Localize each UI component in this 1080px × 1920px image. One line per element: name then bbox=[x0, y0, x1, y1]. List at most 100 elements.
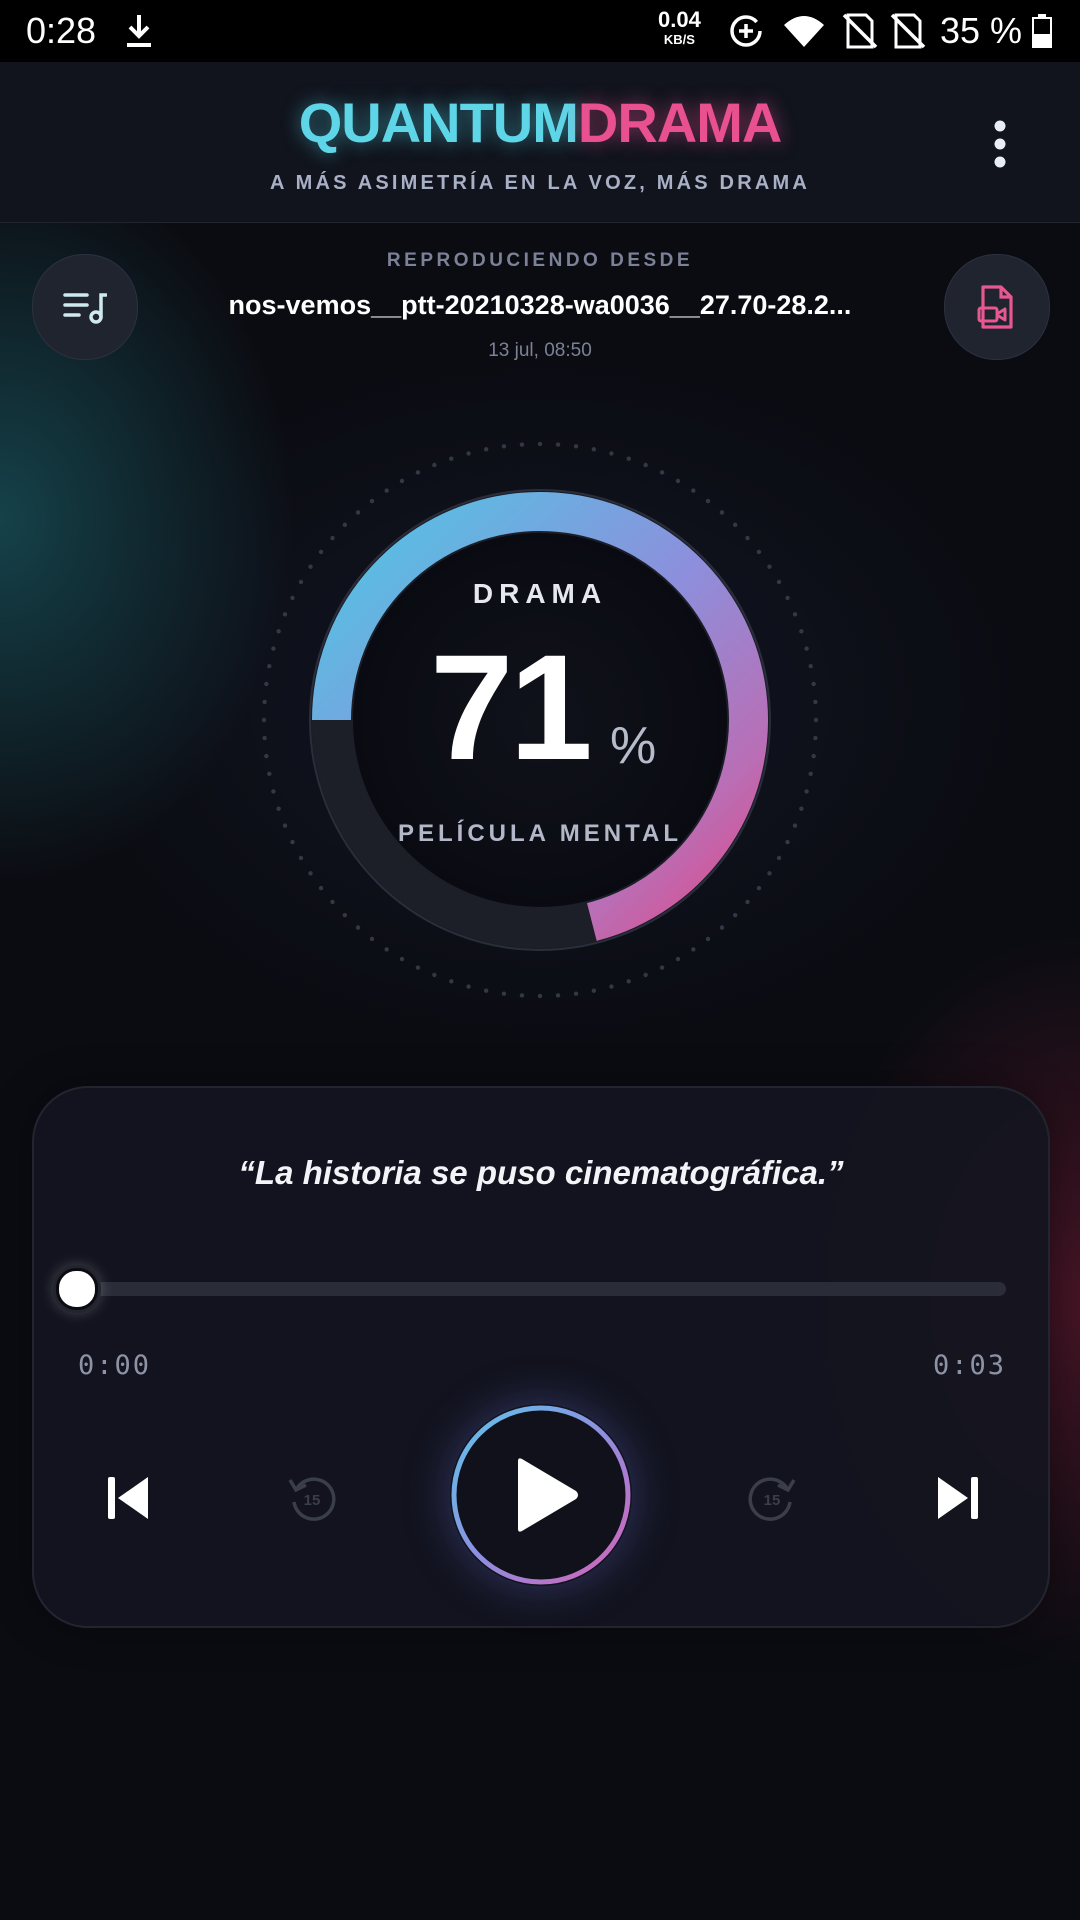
gauge-dot bbox=[555, 442, 561, 447]
seek-bar[interactable] bbox=[78, 1282, 1006, 1296]
gauge-dot bbox=[745, 535, 750, 541]
gauge-dot bbox=[745, 899, 750, 905]
gauge-dot bbox=[719, 510, 725, 515]
gauge-dot bbox=[298, 855, 304, 861]
wifi-icon bbox=[784, 16, 824, 47]
gauge-dot bbox=[432, 972, 437, 978]
gauge-dot bbox=[318, 549, 324, 555]
gauge-dot bbox=[813, 699, 818, 705]
gauge-dot bbox=[449, 979, 454, 984]
play-button[interactable] bbox=[450, 1404, 632, 1586]
gauge-dot bbox=[811, 753, 816, 759]
queue-music-icon bbox=[63, 293, 107, 324]
gauge-dot bbox=[767, 564, 772, 569]
gauge-dot bbox=[591, 988, 597, 993]
gauge-dot bbox=[808, 771, 813, 777]
gauge-dot bbox=[792, 612, 798, 617]
gauge-dot bbox=[501, 444, 507, 449]
status-bar: 0:28 0.04 KB/S 35 % bbox=[0, 0, 1080, 62]
gauge-dot bbox=[271, 646, 276, 651]
gauge-dot bbox=[355, 925, 361, 930]
gauge-dot bbox=[573, 991, 579, 996]
forward-15-icon: 15 bbox=[748, 1477, 796, 1521]
data-saver-icon bbox=[730, 15, 762, 47]
quote-text: “La historia se puso cinematográfica.” bbox=[238, 1154, 844, 1191]
gauge-dot bbox=[267, 663, 272, 669]
player-card: “La historia se puso cinematográfica.” 0… bbox=[32, 1086, 1050, 1628]
gauge-dot bbox=[399, 478, 405, 484]
gauge-dot bbox=[804, 789, 809, 794]
gauge-dot bbox=[330, 535, 335, 541]
now-playing-label: REPRODUCIENDO DESDE bbox=[386, 250, 694, 271]
status-time: 0:28 bbox=[26, 10, 97, 51]
gauge-dot bbox=[643, 972, 648, 978]
rewind-15-label: 15 bbox=[304, 1492, 321, 1509]
gauge-dot bbox=[573, 444, 579, 449]
gauge-dot bbox=[262, 735, 267, 741]
download-icon bbox=[127, 15, 151, 47]
gauge-dot bbox=[591, 447, 597, 452]
app-logo: QUANTUMDRAMA bbox=[298, 91, 783, 154]
gauge-dot bbox=[537, 993, 543, 999]
gauge-dot bbox=[261, 717, 267, 723]
video-file-icon bbox=[977, 285, 1013, 329]
gauge-dot bbox=[705, 498, 711, 504]
gauge-dot bbox=[719, 925, 725, 930]
gauge-dot bbox=[659, 470, 665, 475]
gauge-dot bbox=[267, 771, 272, 777]
gauge-dot bbox=[308, 564, 313, 569]
gauge-dot bbox=[519, 993, 525, 998]
gauge-dot bbox=[813, 717, 819, 723]
gauge-dot bbox=[318, 885, 324, 891]
gauge-dot bbox=[501, 991, 507, 996]
gauge-dot bbox=[776, 855, 782, 861]
gauge-dot bbox=[262, 699, 267, 705]
gauge-dot bbox=[399, 956, 405, 962]
gauge-dot bbox=[609, 984, 614, 989]
gauge-dot bbox=[355, 510, 361, 515]
gauge-dot bbox=[804, 646, 809, 651]
gauge-dot bbox=[691, 488, 696, 493]
gauge-dot bbox=[282, 612, 288, 617]
gauge-dot bbox=[659, 965, 665, 970]
gauge-dot bbox=[342, 522, 348, 528]
gauge-dot bbox=[675, 956, 681, 962]
now-playing-file: nos-vemos__ptt-20210328-wa0036__27.70-28… bbox=[228, 290, 852, 320]
gauge-dot bbox=[756, 885, 762, 891]
gauge-dot bbox=[799, 629, 804, 634]
no-sim-icon bbox=[842, 13, 878, 49]
gauge-dot bbox=[308, 871, 313, 876]
seek-thumb[interactable] bbox=[56, 1268, 98, 1310]
next-button[interactable] bbox=[918, 1458, 998, 1538]
gauge-dot bbox=[756, 549, 762, 555]
network-speed: 0.04 KB/S bbox=[658, 7, 701, 47]
gauge-dot bbox=[811, 681, 816, 687]
play-icon bbox=[518, 1458, 578, 1532]
gauge-dot bbox=[675, 478, 681, 484]
gauge-dot bbox=[643, 462, 648, 468]
gauge-dot bbox=[449, 456, 454, 461]
gauge-dot bbox=[384, 488, 389, 493]
forward-15-button[interactable]: 15 bbox=[734, 1460, 810, 1536]
battery-text: 35 % bbox=[940, 10, 1023, 51]
gauge-dot bbox=[466, 451, 471, 456]
gauge-dot bbox=[808, 663, 813, 669]
battery-icon bbox=[1032, 14, 1052, 48]
rewind-15-button[interactable]: 15 bbox=[274, 1460, 350, 1536]
app-tagline: A MÁS ASIMETRÍA EN LA VOZ, MÁS DRAMA bbox=[269, 172, 810, 194]
gauge-dot bbox=[813, 735, 818, 741]
gauge-dot bbox=[271, 789, 276, 794]
no-sim-icon-2 bbox=[890, 13, 926, 49]
previous-button[interactable] bbox=[88, 1458, 168, 1538]
export-video-button[interactable] bbox=[944, 254, 1050, 360]
gauge-dot bbox=[732, 522, 738, 528]
more-vert-icon[interactable] bbox=[980, 114, 1020, 174]
gauge-value: 71 bbox=[430, 623, 593, 791]
gauge-dot bbox=[415, 470, 421, 475]
gauge-dot bbox=[342, 912, 348, 918]
now-playing-date: 13 jul, 08:50 bbox=[488, 340, 592, 361]
gauge-dot bbox=[276, 629, 281, 634]
forward-15-label: 15 bbox=[764, 1492, 781, 1509]
replay-15-icon: 15 bbox=[288, 1477, 336, 1521]
gauge-dot bbox=[384, 947, 389, 952]
